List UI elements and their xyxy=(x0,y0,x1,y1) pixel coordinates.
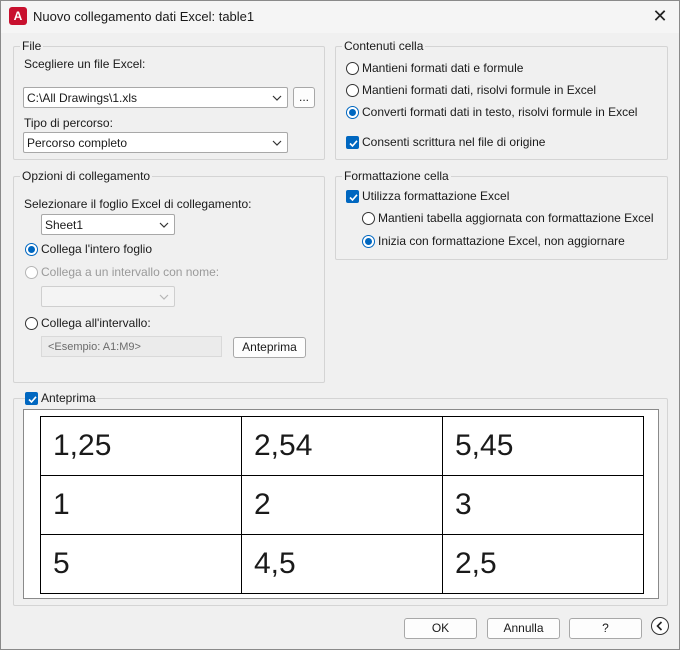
ok-button[interactable]: OK xyxy=(404,618,477,639)
chevron-down-icon xyxy=(159,294,169,300)
radio-unselected[interactable] xyxy=(346,84,359,97)
table-cell: 2,54 xyxy=(241,416,443,476)
cell-contents-label: Contenuti cella xyxy=(342,39,426,53)
range-placeholder: <Esempio: A1:M9> xyxy=(48,341,141,353)
close-icon[interactable]: ✕ xyxy=(647,5,673,29)
table-row: 1,25 2,54 5,45 xyxy=(40,416,644,476)
chevron-down-icon xyxy=(272,140,282,146)
link-options-label: Opzioni di collegamento xyxy=(20,169,153,183)
sheet-select-label: Selezionare il foglio Excel di collegame… xyxy=(24,197,252,211)
checkmark-icon xyxy=(349,194,358,202)
radio-unselected[interactable] xyxy=(346,62,359,75)
radio-unselected[interactable] xyxy=(25,317,38,330)
radio-selected[interactable] xyxy=(362,235,375,248)
preview-canvas: 1,25 2,54 5,45 1 2 3 5 4,5 2,5 xyxy=(23,409,659,599)
cancel-button[interactable]: Annulla xyxy=(487,618,560,639)
title-bar: A Nuovo collegamento dati Excel: table1 … xyxy=(1,1,679,33)
radio-named-range-label: Collega a un intervallo con nome: xyxy=(41,265,220,279)
checkbox-checked[interactable] xyxy=(346,190,359,203)
radio-unselected[interactable] xyxy=(25,266,38,279)
browse-button[interactable]: ... xyxy=(293,87,315,108)
sheet-value: Sheet1 xyxy=(45,218,84,232)
path-type-label: Tipo di percorso: xyxy=(24,116,113,130)
opt-keep-formats-formulas-label: Mantieni formati dati e formule xyxy=(362,61,524,75)
checkbox-checked[interactable] xyxy=(346,136,359,149)
opt-convert-to-text-label: Converti formati dati in testo, risolvi … xyxy=(362,105,638,119)
named-range-combobox[interactable] xyxy=(41,286,175,307)
checkmark-icon xyxy=(28,396,37,404)
radio-selected[interactable] xyxy=(25,243,38,256)
table-cell: 3 xyxy=(442,475,644,535)
radio-selected[interactable] xyxy=(346,106,359,119)
preview-table: 1,25 2,54 5,45 1 2 3 5 4,5 2,5 xyxy=(40,416,644,594)
checkbox-preview[interactable]: Anteprima xyxy=(25,391,96,407)
keep-updated-label: Mantieni tabella aggiornata con formatta… xyxy=(378,211,654,225)
start-no-update-label: Inizia con formattazione Excel, non aggi… xyxy=(378,234,625,248)
window-title: Nuovo collegamento dati Excel: table1 xyxy=(33,9,255,24)
checkmark-icon xyxy=(349,140,358,148)
checkbox-checked[interactable] xyxy=(25,392,38,405)
table-cell: 2 xyxy=(241,475,443,535)
help-button[interactable]: ? xyxy=(569,618,642,639)
path-type-combobox[interactable]: Percorso completo xyxy=(23,132,288,153)
table-cell: 5 xyxy=(40,534,242,594)
preview-range-button[interactable]: Anteprima xyxy=(233,337,306,358)
allow-write-label: Consenti scrittura nel file di origine xyxy=(362,135,546,149)
excel-file-value: C:\All Drawings\1.xls xyxy=(27,91,138,105)
radio-unselected[interactable] xyxy=(362,212,375,225)
preview-label: Anteprima xyxy=(41,391,96,405)
chevron-left-icon xyxy=(656,621,663,631)
excel-file-combobox[interactable]: C:\All Drawings\1.xls xyxy=(23,87,288,108)
chevron-down-icon xyxy=(159,222,169,228)
file-group-label: File xyxy=(20,39,44,53)
radio-link-entire-label: Collega l'intero foglio xyxy=(41,242,153,256)
table-row: 1 2 3 xyxy=(40,475,644,535)
table-cell: 2,5 xyxy=(442,534,644,594)
opt-keep-formats-resolve-label: Mantieni formati dati, risolvi formule i… xyxy=(362,83,597,97)
dialog-window: A Nuovo collegamento dati Excel: table1 … xyxy=(0,0,680,650)
table-row: 5 4,5 2,5 xyxy=(40,534,644,594)
collapse-arrow-icon[interactable] xyxy=(651,617,669,635)
use-excel-formatting-label: Utilizza formattazione Excel xyxy=(362,189,510,203)
choose-file-label: Scegliere un file Excel: xyxy=(24,57,146,71)
sheet-combobox[interactable]: Sheet1 xyxy=(41,214,175,235)
chevron-down-icon xyxy=(272,95,282,101)
table-cell: 5,45 xyxy=(442,416,644,476)
table-cell: 1,25 xyxy=(40,416,242,476)
path-type-value: Percorso completo xyxy=(27,136,128,150)
autocad-app-icon: A xyxy=(9,7,27,25)
radio-range-label: Collega all'intervallo: xyxy=(41,316,151,330)
table-cell: 1 xyxy=(40,475,242,535)
cell-formatting-label: Formattazione cella xyxy=(342,169,451,183)
table-cell: 4,5 xyxy=(241,534,443,594)
range-input[interactable]: <Esempio: A1:M9> xyxy=(41,336,222,357)
